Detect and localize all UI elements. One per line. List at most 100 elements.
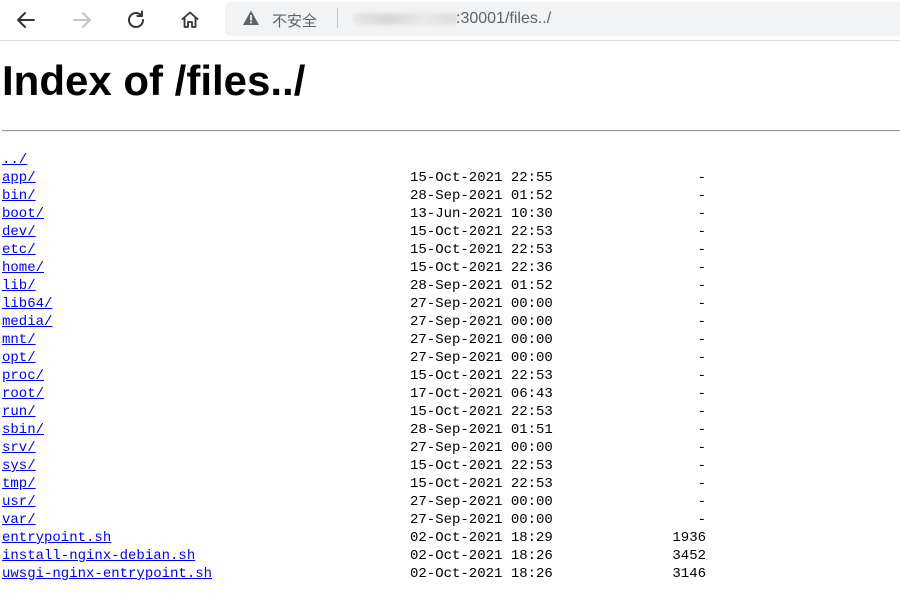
back-button[interactable] — [10, 4, 42, 36]
parent-row: ../ — [2, 151, 898, 169]
file-size: - — [697, 242, 706, 258]
file-date: 15-Oct-2021 22:53 — [410, 404, 553, 420]
file-date: 15-Oct-2021 22:53 — [410, 458, 553, 474]
file-link[interactable]: tmp/ — [2, 475, 36, 493]
warning-icon[interactable] — [242, 9, 260, 27]
file-link[interactable]: proc/ — [2, 367, 44, 385]
file-link[interactable]: srv/ — [2, 439, 36, 457]
redacted-host — [353, 13, 458, 25]
file-row: lib/28-Sep-2021 01:52 - — [2, 277, 898, 295]
file-row: entrypoint.sh 02-Oct-2021 18:29 1936 — [2, 529, 898, 547]
file-link[interactable]: install-nginx-debian.sh — [2, 547, 195, 565]
file-row: bin/28-Sep-2021 01:52 - — [2, 187, 898, 205]
file-date: 27-Sep-2021 00:00 — [410, 350, 553, 366]
file-row: mnt/27-Sep-2021 00:00 - — [2, 331, 898, 349]
file-size: - — [697, 368, 706, 384]
file-link[interactable]: etc/ — [2, 241, 36, 259]
file-link[interactable]: var/ — [2, 511, 36, 529]
file-date: 15-Oct-2021 22:53 — [410, 242, 553, 258]
file-date: 13-Jun-2021 10:30 — [410, 206, 553, 222]
file-date: 17-Oct-2021 06:43 — [410, 386, 553, 402]
file-size: - — [697, 314, 706, 330]
file-date: 27-Sep-2021 00:00 — [410, 512, 553, 528]
file-link[interactable]: sbin/ — [2, 421, 44, 439]
file-row: root/17-Oct-2021 06:43 - — [2, 385, 898, 403]
file-date: 02-Oct-2021 18:29 — [410, 530, 553, 546]
file-date: 27-Sep-2021 00:00 — [410, 314, 553, 330]
file-date: 27-Sep-2021 00:00 — [410, 296, 553, 312]
file-date: 28-Sep-2021 01:52 — [410, 188, 553, 204]
file-row: usr/27-Sep-2021 00:00 - — [2, 493, 898, 511]
file-date: 27-Sep-2021 00:00 — [410, 440, 553, 456]
file-date: 15-Oct-2021 22:53 — [410, 368, 553, 384]
file-size: - — [697, 404, 706, 420]
browser-toolbar: 不安全 :30001/files../ — [0, 0, 900, 41]
file-size: - — [697, 170, 706, 186]
file-size: 1936 — [672, 530, 706, 546]
file-size: - — [697, 458, 706, 474]
file-date: 15-Oct-2021 22:55 — [410, 170, 553, 186]
file-link[interactable]: opt/ — [2, 349, 36, 367]
home-button[interactable] — [174, 4, 206, 36]
file-size: - — [697, 278, 706, 294]
horizontal-rule — [2, 130, 900, 132]
address-bar[interactable] — [225, 2, 900, 36]
file-link[interactable]: entrypoint.sh — [2, 529, 111, 547]
file-size: - — [697, 476, 706, 492]
file-link[interactable]: run/ — [2, 403, 36, 421]
file-date: 27-Sep-2021 00:00 — [410, 332, 553, 348]
file-size: - — [697, 296, 706, 312]
file-size: 3452 — [672, 548, 706, 564]
file-date: 15-Oct-2021 22:53 — [410, 476, 553, 492]
reload-button[interactable] — [120, 4, 152, 36]
file-row: var/27-Sep-2021 00:00 - — [2, 511, 898, 529]
file-link[interactable]: lib/ — [2, 277, 36, 295]
file-link[interactable]: bin/ — [2, 187, 36, 205]
file-link[interactable]: sys/ — [2, 457, 36, 475]
file-date: 02-Oct-2021 18:26 — [410, 548, 553, 564]
parent-directory-link[interactable]: ../ — [2, 151, 27, 169]
file-size: - — [697, 206, 706, 222]
file-link[interactable]: root/ — [2, 385, 44, 403]
file-link[interactable]: lib64/ — [2, 295, 52, 313]
file-row: home/15-Oct-2021 22:36 - — [2, 259, 898, 277]
file-size: - — [697, 386, 706, 402]
file-row: proc/15-Oct-2021 22:53 - — [2, 367, 898, 385]
file-link[interactable]: app/ — [2, 169, 36, 187]
forward-arrow-icon — [73, 12, 91, 28]
file-row: uwsgi-nginx-entrypoint.sh 02-Oct-2021 18:… — [2, 565, 898, 583]
file-link[interactable]: boot/ — [2, 205, 44, 223]
file-size: - — [697, 350, 706, 366]
file-row: etc/15-Oct-2021 22:53 - — [2, 241, 898, 259]
file-row: tmp/15-Oct-2021 22:53 - — [2, 475, 898, 493]
file-link[interactable]: uwsgi-nginx-entrypoint.sh — [2, 565, 212, 583]
file-row: media/27-Sep-2021 00:00 - — [2, 313, 898, 331]
file-link[interactable]: dev/ — [2, 223, 36, 241]
file-size: 3146 — [672, 566, 706, 582]
file-size: - — [697, 494, 706, 510]
file-row: boot/13-Jun-2021 10:30 - — [2, 205, 898, 223]
file-date: 15-Oct-2021 22:53 — [410, 224, 553, 240]
file-row: sys/15-Oct-2021 22:53 - — [2, 457, 898, 475]
file-row: app/15-Oct-2021 22:55 - — [2, 169, 898, 187]
file-date: 28-Sep-2021 01:51 — [410, 422, 553, 438]
back-arrow-icon — [17, 12, 35, 28]
file-size: - — [697, 332, 706, 348]
file-row: run/15-Oct-2021 22:53 - — [2, 403, 898, 421]
page-title: Index of /files../ — [2, 57, 306, 104]
file-link[interactable]: usr/ — [2, 493, 36, 511]
address-url[interactable]: :30001/files../ — [456, 10, 551, 28]
home-icon — [181, 11, 199, 28]
file-listing: ../ app/15-Oct-2021 22:55- bin/28-Sep-202… — [2, 151, 898, 583]
forward-button[interactable] — [66, 4, 98, 36]
file-link[interactable]: media/ — [2, 313, 52, 331]
reload-icon — [128, 10, 144, 28]
address-separator — [337, 8, 338, 28]
file-link[interactable]: home/ — [2, 259, 44, 277]
file-size: - — [697, 224, 706, 240]
file-row: opt/27-Sep-2021 00:00 - — [2, 349, 898, 367]
file-size: - — [697, 188, 706, 204]
file-row: dev/15-Oct-2021 22:53 - — [2, 223, 898, 241]
file-link[interactable]: mnt/ — [2, 331, 36, 349]
not-secure-label[interactable]: 不安全 — [272, 10, 317, 31]
